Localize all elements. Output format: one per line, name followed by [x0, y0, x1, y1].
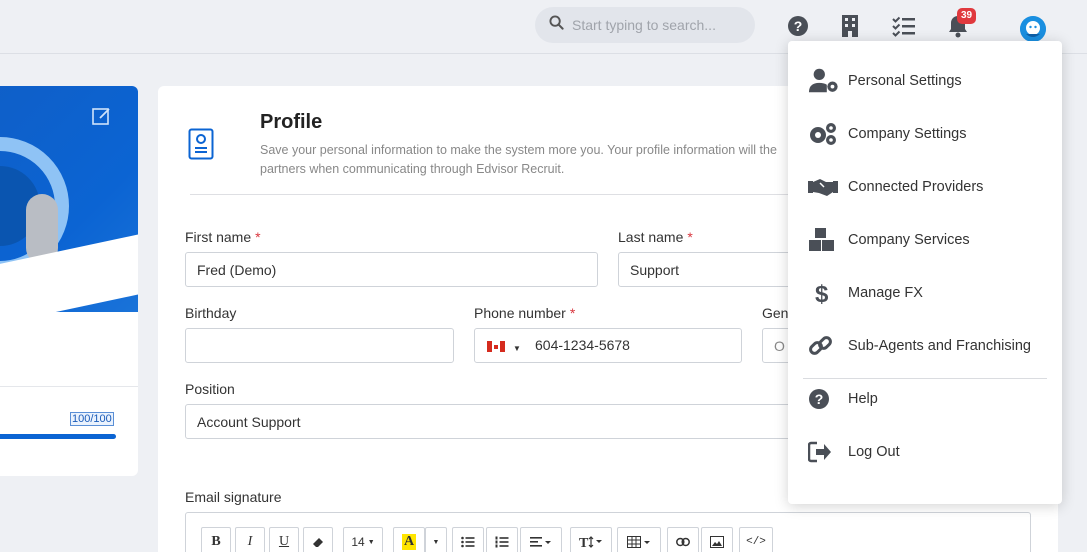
menu-item-connected-providers[interactable]: Connected Providers: [808, 167, 1048, 207]
profile-summary-card: 100/100: [0, 86, 138, 476]
phone-field[interactable]: ▼ 604-1234-5678: [474, 328, 742, 363]
text-height-icon[interactable]: T: [570, 527, 612, 552]
bold-button[interactable]: B: [201, 527, 231, 552]
position-field[interactable]: [185, 404, 825, 439]
svg-text:?: ?: [815, 391, 824, 407]
building-icon[interactable]: [838, 14, 862, 38]
page-description: Save your personal information to make t…: [260, 143, 777, 176]
help-icon[interactable]: ?: [786, 14, 810, 38]
logout-icon: [808, 436, 840, 468]
menu-item-log-out[interactable]: Log Out: [808, 432, 1048, 472]
search-input[interactable]: [572, 17, 742, 33]
page-title: Profile: [260, 111, 323, 133]
highlight-caret-icon[interactable]: ▼: [425, 527, 447, 552]
first-name-field[interactable]: [185, 252, 598, 287]
notification-badge: 39: [957, 8, 977, 24]
phone-value: 604-1234-5678: [535, 337, 630, 353]
menu-item-personal-settings[interactable]: Personal Settings: [808, 61, 1048, 101]
position-label: Position: [185, 381, 235, 397]
last-name-label: Last name *: [618, 229, 693, 245]
phone-label: Phone number *: [474, 305, 576, 321]
birthday-field[interactable]: [185, 328, 454, 363]
link-icon: [808, 330, 840, 362]
user-cog-icon: [808, 65, 840, 97]
numbered-list-icon[interactable]: [486, 527, 518, 552]
menu-item-help[interactable]: ? Help: [808, 379, 1048, 419]
divider: [190, 194, 840, 195]
caret-down-icon[interactable]: ▼: [513, 344, 521, 353]
menu-item-company-services[interactable]: Company Services: [808, 220, 1048, 260]
table-icon[interactable]: [617, 527, 661, 552]
divider: [0, 386, 138, 387]
email-signature-label: Email signature: [185, 489, 282, 505]
last-name-field[interactable]: [618, 252, 798, 287]
dollar-icon: $: [808, 277, 840, 309]
svg-text:$: $: [815, 281, 829, 306]
tasks-icon[interactable]: [892, 14, 916, 38]
gender-label: Gen: [762, 305, 789, 321]
svg-text:?: ?: [794, 18, 803, 34]
user-menu: Personal Settings Company Settings Conne…: [788, 41, 1062, 504]
eraser-icon[interactable]: [303, 527, 333, 552]
email-signature-editor[interactable]: B I U 14 ▼ A ▼ T </>: [185, 512, 1031, 552]
handshake-icon: [808, 171, 840, 203]
font-size-select[interactable]: 14 ▼: [343, 527, 383, 552]
search-box[interactable]: [535, 7, 755, 43]
birthday-label: Birthday: [185, 305, 237, 321]
help-icon: ?: [808, 383, 840, 415]
underline-button[interactable]: U: [269, 527, 299, 552]
profile-completion-bar: [0, 434, 116, 439]
align-icon[interactable]: [520, 527, 562, 552]
edit-icon[interactable]: [92, 106, 112, 131]
canada-flag-icon[interactable]: [487, 341, 505, 352]
profile-banner: [0, 86, 138, 326]
image-icon[interactable]: [701, 527, 733, 552]
id-badge-icon: [188, 128, 214, 165]
cogs-icon: [808, 118, 840, 150]
bullet-list-icon[interactable]: [452, 527, 484, 552]
first-name-label: First name *: [185, 229, 261, 245]
svg-text:T: T: [579, 536, 589, 549]
avatar[interactable]: [1020, 16, 1046, 42]
menu-item-manage-fx[interactable]: $ Manage FX: [808, 273, 1048, 313]
italic-button[interactable]: I: [235, 527, 265, 552]
menu-item-sub-agents[interactable]: Sub-Agents and Franchising: [808, 326, 1048, 366]
boxes-icon: [808, 224, 840, 256]
progress-fill: [0, 434, 116, 439]
link-icon[interactable]: [667, 527, 699, 552]
code-view-icon[interactable]: </>: [739, 527, 773, 552]
profile-completion-label: 100/100: [70, 412, 114, 426]
highlight-button[interactable]: A: [393, 527, 425, 552]
search-icon: [549, 15, 564, 35]
menu-item-company-settings[interactable]: Company Settings: [808, 114, 1048, 154]
